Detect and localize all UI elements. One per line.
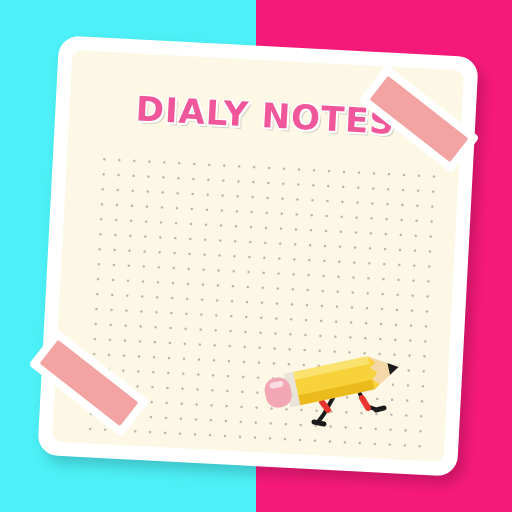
sticky-note: DIALY NOTES [0, 0, 512, 512]
walking-pencil-icon [264, 356, 399, 427]
